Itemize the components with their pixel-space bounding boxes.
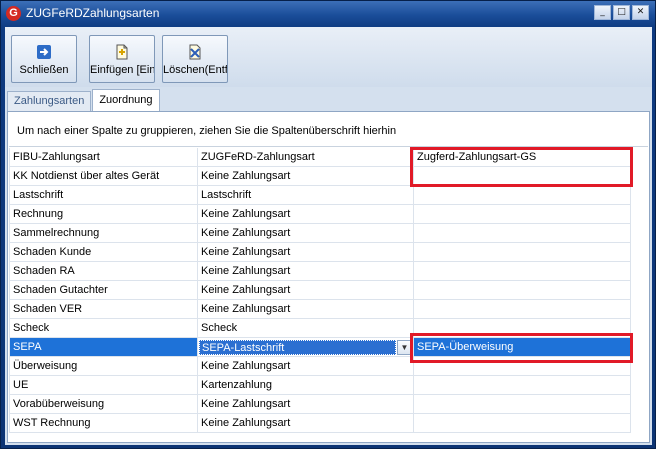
cell-zugferd-gs[interactable] (413, 204, 631, 224)
cell-zugferd[interactable]: Keine Zahlungsart (197, 299, 414, 319)
new-document-icon (116, 44, 128, 60)
cell-fibu[interactable]: Vorabüberweisung (9, 394, 198, 414)
column-header-zugferd-gs[interactable]: Zugferd-Zahlungsart-GS (413, 148, 631, 167)
column-header-zugferd[interactable]: ZUGFeRD-Zahlungsart (197, 148, 414, 167)
cell-fibu[interactable]: Scheck (9, 318, 198, 338)
cell-zugferd[interactable]: Keine Zahlungsart (197, 394, 414, 414)
cell-zugferd[interactable]: Keine Zahlungsart (197, 223, 414, 243)
group-by-area[interactable]: Um nach einer Spalte zu gruppieren, zieh… (9, 113, 648, 147)
cell-zugferd-gs[interactable] (413, 318, 631, 338)
cell-zugferd[interactable]: Kartenzahlung (197, 375, 414, 395)
delete-label: Löschen(Entf) (163, 64, 228, 76)
table-row[interactable]: Scheck Scheck (9, 318, 631, 338)
cell-zugferd-gs[interactable]: SEPA-Überweisung (413, 337, 631, 357)
table-row[interactable]: Überweisung Keine Zahlungsart (9, 356, 631, 376)
table-row[interactable]: Schaden RA Keine Zahlungsart (9, 261, 631, 281)
chevron-down-icon[interactable]: ▼ (397, 339, 412, 355)
cell-zugferd-gs[interactable] (413, 356, 631, 376)
delete-document-icon (189, 44, 201, 60)
combo-value[interactable]: SEPA-Lastschrift (199, 339, 396, 355)
app-logo-icon: G (6, 5, 21, 21)
cell-zugferd[interactable]: Keine Zahlungsart (197, 261, 414, 281)
client-area: Schließen Einfügen [Einfg] Löschen(Entf) (5, 27, 652, 445)
cell-fibu[interactable]: UE (9, 375, 198, 395)
insert-label: Einfügen [Einfg] (90, 64, 155, 76)
cell-fibu[interactable]: Schaden RA (9, 261, 198, 281)
cell-fibu[interactable]: Schaden VER (9, 299, 198, 319)
cell-zugferd-gs[interactable] (413, 394, 631, 414)
cell-fibu[interactable]: WST Rechnung (9, 413, 198, 433)
title-bar[interactable]: G ZUGFeRDZahlungsarten _ □ ✕ (1, 1, 655, 25)
close-form-label: Schließen (19, 64, 69, 76)
cell-zugferd-gs[interactable] (413, 299, 631, 319)
toolbar: Schließen Einfügen [Einfg] Löschen(Entf) (5, 27, 652, 87)
table-row[interactable]: Rechnung Keine Zahlungsart (9, 204, 631, 224)
cell-fibu[interactable]: Rechnung (9, 204, 198, 224)
table-row[interactable]: Schaden Gutachter Keine Zahlungsart (9, 280, 631, 300)
cell-zugferd-gs[interactable] (413, 223, 631, 243)
cell-zugferd-gs[interactable] (413, 261, 631, 281)
cell-fibu[interactable]: Sammelrechnung (9, 223, 198, 243)
cell-zugferd-gs[interactable] (413, 280, 631, 300)
cell-fibu[interactable]: Schaden Gutachter (9, 280, 198, 300)
cell-zugferd[interactable]: Keine Zahlungsart (197, 166, 414, 186)
table-row[interactable]: Vorabüberweisung Keine Zahlungsart (9, 394, 631, 414)
header-row: FIBU-Zahlungsart ZUGFeRD-Zahlungsart Zug… (9, 148, 631, 167)
close-form-button[interactable]: Schließen (11, 35, 77, 83)
cell-zugferd-gs[interactable] (413, 242, 631, 262)
cell-fibu[interactable]: KK Notdienst über altes Gerät (9, 166, 198, 186)
main-window: G ZUGFeRDZahlungsarten _ □ ✕ Schließen E… (0, 0, 656, 449)
table-row[interactable]: UE Kartenzahlung (9, 375, 631, 395)
insert-button[interactable]: Einfügen [Einfg] (89, 35, 155, 83)
tab-zuordnung[interactable]: Zuordnung (92, 89, 160, 112)
table-row[interactable]: Sammelrechnung Keine Zahlungsart (9, 223, 631, 243)
table-row[interactable]: SEPA SEPA-Lastschrift ▼ SEPA-Überweisung (9, 337, 631, 357)
minimize-button[interactable]: _ (594, 5, 611, 20)
cell-fibu[interactable]: SEPA (9, 337, 198, 357)
zugferd-combo-editor[interactable]: SEPA-Lastschrift ▼ (197, 337, 414, 357)
cell-fibu[interactable]: Überweisung (9, 356, 198, 376)
cell-zugferd-gs[interactable] (413, 413, 631, 433)
exit-arrow-icon (37, 45, 51, 59)
table-row[interactable]: Schaden Kunde Keine Zahlungsart (9, 242, 631, 262)
cell-zugferd[interactable]: Keine Zahlungsart (197, 356, 414, 376)
table-row[interactable]: Lastschrift Lastschrift (9, 185, 631, 205)
close-button[interactable]: ✕ (632, 5, 649, 20)
grid-body: KK Notdienst über altes Gerät Keine Zahlu… (9, 166, 631, 433)
cell-fibu[interactable]: Schaden Kunde (9, 242, 198, 262)
cell-zugferd[interactable]: Lastschrift (197, 185, 414, 205)
table-row[interactable]: KK Notdienst über altes Gerät Keine Zahlu… (9, 166, 631, 186)
grid-panel: Um nach einer Spalte zu gruppieren, zieh… (7, 111, 650, 443)
table-row[interactable]: Schaden VER Keine Zahlungsart (9, 299, 631, 319)
cell-zugferd-gs[interactable] (413, 375, 631, 395)
cell-fibu[interactable]: Lastschrift (9, 185, 198, 205)
column-header-fibu[interactable]: FIBU-Zahlungsart (9, 148, 198, 167)
cell-zugferd-gs[interactable] (413, 185, 631, 205)
tab-zahlungsarten[interactable]: Zahlungsarten (7, 91, 92, 112)
maximize-button[interactable]: □ (613, 5, 630, 20)
cell-zugferd-gs[interactable] (413, 166, 631, 186)
tab-strip: Zahlungsarten Zuordnung (7, 89, 161, 112)
delete-button[interactable]: Löschen(Entf) (162, 35, 228, 83)
table-row[interactable]: WST Rechnung Keine Zahlungsart (9, 413, 631, 433)
cell-zugferd[interactable]: Scheck (197, 318, 414, 338)
cell-zugferd[interactable]: Keine Zahlungsart (197, 280, 414, 300)
cell-zugferd[interactable]: Keine Zahlungsart (197, 413, 414, 433)
window-title: ZUGFeRDZahlungsarten (26, 6, 160, 20)
mapping-grid: FIBU-Zahlungsart ZUGFeRD-Zahlungsart Zug… (9, 148, 631, 433)
cell-zugferd[interactable]: Keine Zahlungsart (197, 242, 414, 262)
cell-zugferd[interactable]: Keine Zahlungsart (197, 204, 414, 224)
